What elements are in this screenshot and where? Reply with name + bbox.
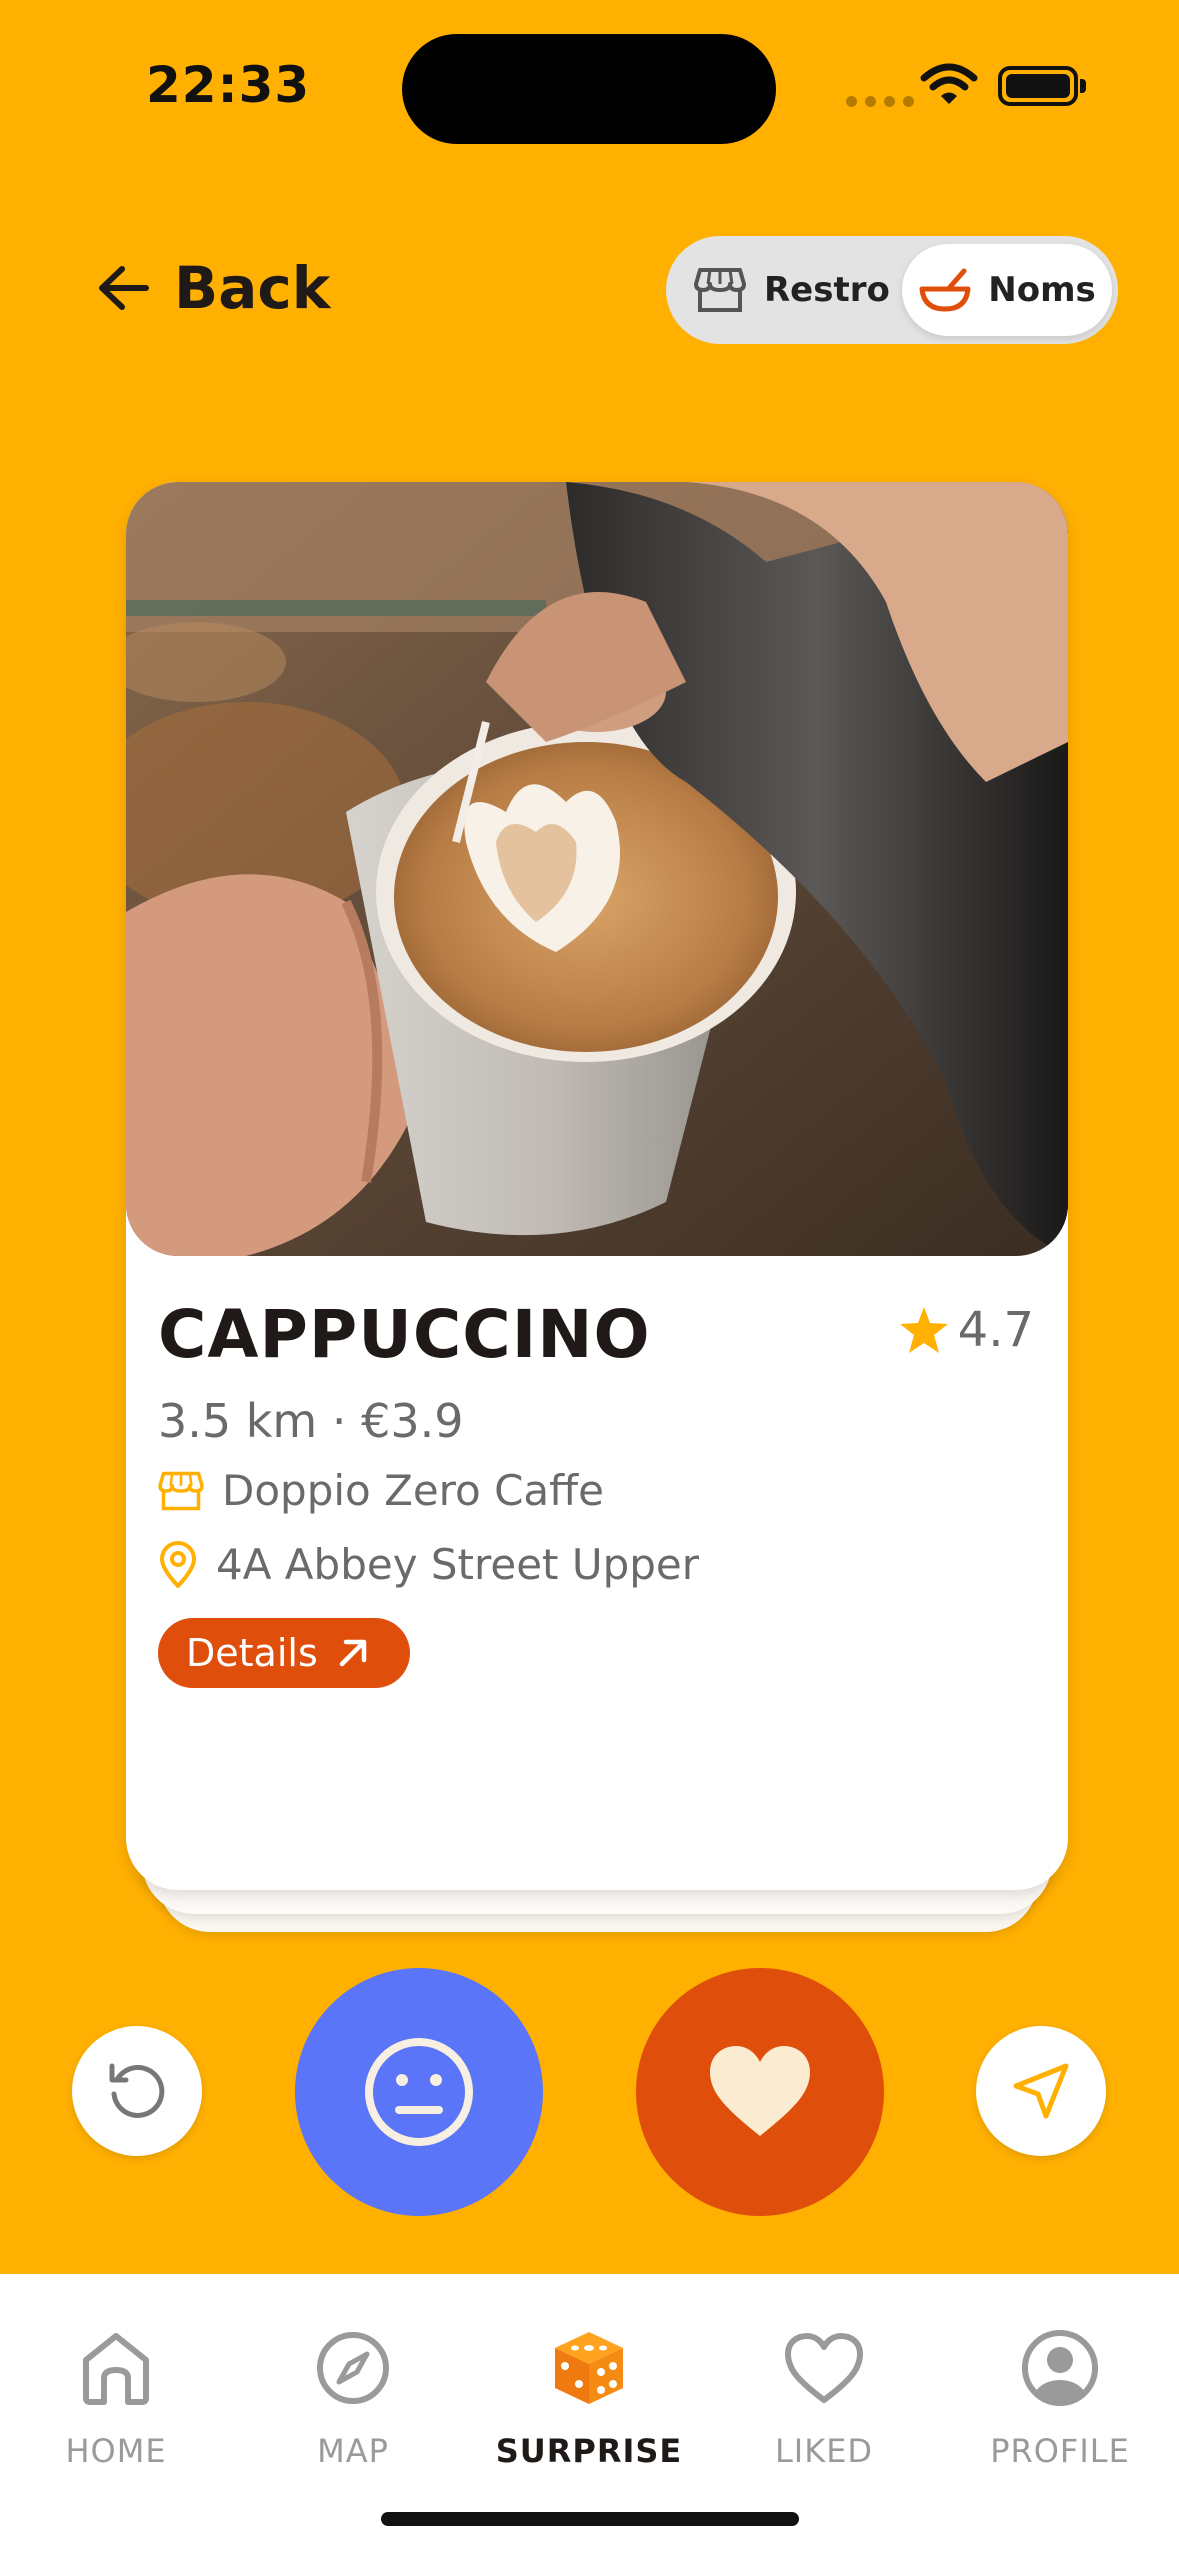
details-label: Details: [186, 1631, 318, 1675]
item-title: CAPPUCCINO: [158, 1296, 651, 1373]
arrow-up-right-icon: [339, 1639, 366, 1667]
like-button[interactable]: [636, 1968, 884, 2216]
profile-icon: [1022, 2330, 1098, 2406]
details-button[interactable]: Details: [158, 1618, 410, 1688]
distance-price: 3.5 km · €3.9: [158, 1394, 464, 1448]
battery-icon: [998, 66, 1078, 106]
address-row: 4A Abbey Street Upper: [158, 1540, 699, 1589]
tab-home-label: HOME: [65, 2432, 167, 2470]
meh-button[interactable]: [295, 1968, 543, 2216]
status-time: 22:33: [146, 56, 311, 114]
venue-row: Doppio Zero Caffe: [158, 1466, 604, 1515]
bowl-icon: [919, 268, 971, 312]
wifi-icon: [920, 63, 978, 104]
venue-name: Doppio Zero Caffe: [222, 1466, 604, 1515]
latte-art-photo: [126, 482, 1068, 1256]
mode-toggle: Restro Noms: [666, 236, 1118, 344]
home-icon: [83, 2333, 149, 2405]
tab-map[interactable]: MAP: [238, 2326, 468, 2470]
dice-icon: [555, 2332, 623, 2404]
heart-outline-icon: [785, 2333, 863, 2403]
back-button[interactable]: Back: [96, 254, 330, 322]
home-indicator: [381, 2512, 799, 2526]
tab-surprise[interactable]: SURPRISE: [474, 2326, 704, 2470]
food-card[interactable]: CAPPUCCINO 4.7 3.5 km · €3.9 Doppio Zero…: [126, 482, 1068, 1890]
arrow-left-icon: [99, 266, 149, 310]
back-label: Back: [174, 254, 331, 322]
store-icon: [694, 268, 746, 312]
tab-map-label: MAP: [317, 2432, 389, 2470]
toggle-restro-label: Restro: [764, 270, 890, 310]
rating: 4.7: [898, 1302, 1034, 1358]
tab-home[interactable]: HOME: [1, 2326, 231, 2470]
navigation-arrow-icon: [1013, 2063, 1069, 2119]
dynamic-island: [402, 34, 776, 144]
tab-liked[interactable]: LIKED: [709, 2326, 939, 2470]
undo-icon: [109, 2063, 165, 2118]
toggle-noms-label: Noms: [988, 270, 1096, 310]
location-pin-icon: [160, 1540, 196, 1588]
rating-value: 4.7: [957, 1302, 1034, 1358]
navigate-button[interactable]: [976, 2026, 1106, 2156]
heart-icon: [710, 2046, 810, 2136]
tab-liked-label: LIKED: [774, 2432, 874, 2470]
tab-profile[interactable]: PROFILE: [945, 2326, 1175, 2470]
cellular-signal-icon: [846, 96, 914, 107]
toggle-noms[interactable]: Noms: [902, 244, 1112, 336]
compass-icon: [317, 2332, 389, 2404]
meh-face-icon: [365, 2038, 473, 2146]
toggle-restro[interactable]: Restro: [694, 236, 890, 344]
address: 4A Abbey Street Upper: [216, 1540, 700, 1589]
store-icon: [158, 1471, 204, 1510]
star-icon: [899, 1307, 948, 1353]
undo-button[interactable]: [72, 2026, 202, 2156]
tab-surprise-label: SURPRISE: [495, 2432, 683, 2470]
tab-profile-label: PROFILE: [990, 2432, 1130, 2470]
